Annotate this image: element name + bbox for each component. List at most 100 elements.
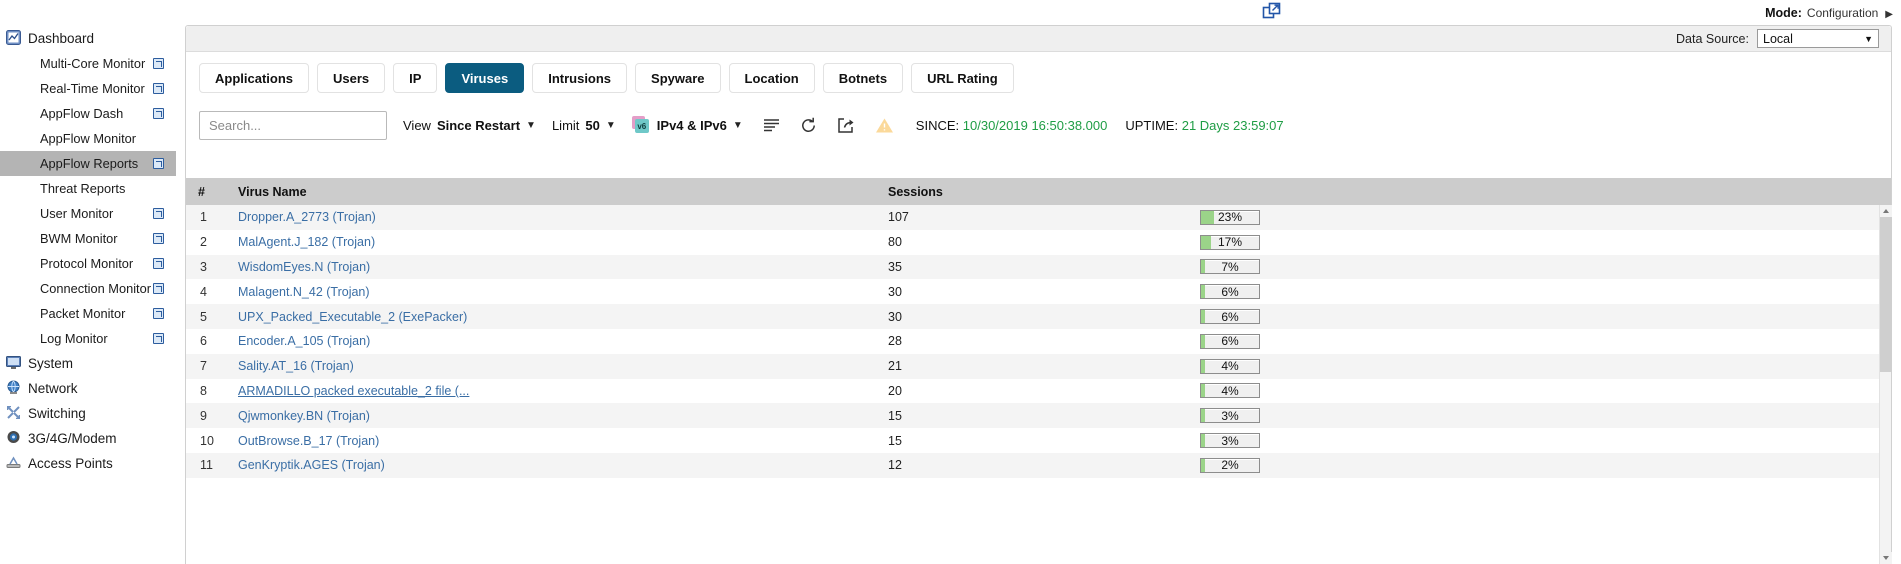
tab-ip[interactable]: IP (393, 63, 438, 93)
percent-label: 6% (1221, 334, 1239, 349)
mode-value: Configuration (1806, 5, 1879, 20)
popout-badge-icon[interactable] (153, 58, 164, 69)
tab-label: Location (744, 70, 799, 86)
tab-label: IP (409, 70, 422, 86)
virus-name-link[interactable]: Dropper.A_2773 (Trojan) (238, 210, 376, 224)
sidebar-group-system[interactable]: System (0, 351, 176, 376)
popout-badge-icon[interactable] (153, 233, 164, 244)
virus-name-link[interactable]: Sality.AT_16 (Trojan) (238, 359, 354, 373)
tab-users[interactable]: Users (317, 63, 386, 93)
chevron-down-icon: ▼ (1864, 33, 1873, 44)
sidebar-item-threat-reports[interactable]: Threat Reports (0, 176, 176, 201)
tab-location[interactable]: Location (728, 63, 815, 93)
sidebar-item-bwm-monitor[interactable]: BWM Monitor (0, 226, 176, 251)
tab-applications[interactable]: Applications (199, 63, 310, 93)
table-scroll-thumb[interactable] (1880, 217, 1892, 372)
sidebar-item-packet-monitor[interactable]: Packet Monitor (0, 301, 176, 326)
sidebar-group-access-points[interactable]: Access Points (0, 451, 176, 476)
popout-badge-icon[interactable] (153, 308, 164, 319)
virus-name-link[interactable]: Malagent.N_42 (Trojan) (238, 285, 370, 299)
table-row: 8 ARMADILLO packed executable_2 file (...… (186, 378, 1891, 404)
popout-badge-icon[interactable] (153, 208, 164, 219)
popout-badge-icon[interactable] (153, 258, 164, 269)
export-share-icon[interactable] (837, 117, 855, 134)
sessions-value: 15 (888, 433, 902, 448)
data-source-label: Data Source: (1676, 31, 1749, 46)
chevron-down-icon: ▼ (605, 119, 616, 131)
ip-version-selector[interactable]: v6 IPv4 & IPv6 ▼ (631, 116, 743, 134)
percent-cell: 3% (1186, 403, 1891, 428)
data-source-select[interactable]: Local ▼ (1757, 29, 1879, 48)
percent-label: 17% (1217, 235, 1243, 250)
warning-triangle-icon[interactable] (875, 117, 894, 134)
tab-intrusions[interactable]: Intrusions (532, 63, 628, 93)
table-header-row: # Virus Name Sessions (186, 178, 1891, 205)
popout-badge-icon[interactable] (153, 108, 164, 119)
table-scroll-up-arrow[interactable] (1880, 205, 1892, 217)
sidebar-item-real-time-monitor[interactable]: Real-Time Monitor (0, 76, 176, 101)
sidebar-item-appflow-reports[interactable]: AppFlow Reports (0, 151, 176, 176)
limit-selector[interactable]: Limit 50 ▼ (552, 118, 616, 133)
sessions-value: 80 (888, 235, 902, 250)
virus-name-link[interactable]: UPX_Packed_Executable_2 (ExePacker) (238, 310, 467, 324)
table-row: 9 Qjwmonkey.BN (Trojan) 15 3% (186, 403, 1891, 429)
data-source-row: Data Source: Local ▼ (186, 26, 1891, 52)
table-column-header[interactable] (1186, 178, 1891, 205)
sidebar-group-network[interactable]: Network (0, 376, 176, 401)
tab-viruses[interactable]: Viruses (445, 63, 525, 93)
sessions-value: 20 (888, 383, 902, 398)
monitor-icon (6, 355, 21, 373)
table-column-header[interactable]: Sessions (876, 178, 1186, 205)
mode-switcher[interactable]: Mode: Configuration ▶ (1765, 6, 1893, 20)
percent-bar: 7% (1200, 259, 1260, 275)
table-column-header[interactable]: # (186, 178, 226, 205)
table-scroll-down-arrow[interactable] (1880, 552, 1892, 564)
sidebar-item-multi-core-monitor[interactable]: Multi-Core Monitor (0, 51, 176, 76)
virus-name-link[interactable]: GenKryptik.AGES (Trojan) (238, 458, 385, 472)
sessions-value: 30 (888, 284, 902, 299)
sidebar-group-label: Switching (28, 406, 86, 421)
sidebar-group-3g-4g-modem[interactable]: 3G/4G/Modem (0, 426, 176, 451)
row-index: 10 (200, 433, 214, 448)
virus-name-link[interactable]: Qjwmonkey.BN (Trojan) (238, 409, 370, 423)
tab-label: Intrusions (548, 70, 612, 86)
tab-label: URL Rating (927, 70, 998, 86)
table-scrollbar[interactable] (1879, 205, 1892, 564)
list-lines-icon[interactable] (763, 118, 780, 132)
virus-name-link[interactable]: Encoder.A_105 (Trojan) (238, 334, 370, 348)
sidebar-item-appflow-monitor[interactable]: AppFlow Monitor (0, 126, 176, 151)
sidebar-item-protocol-monitor[interactable]: Protocol Monitor (0, 251, 176, 276)
search-input[interactable]: Search... (199, 110, 387, 140)
sidebar-item-connection-monitor[interactable]: Connection Monitor (0, 276, 176, 301)
row-index: 9 (200, 408, 207, 423)
virus-name-cell: Sality.AT_16 (Trojan) (226, 354, 876, 379)
popout-window-icon[interactable] (1262, 2, 1282, 22)
ipv6-badge-text: v6 (634, 119, 649, 133)
virus-name-cell: MalAgent.J_182 (Trojan) (226, 230, 876, 255)
tab-url-rating[interactable]: URL Rating (911, 63, 1014, 93)
refresh-icon[interactable] (800, 117, 817, 134)
percent-bar-fill (1201, 310, 1205, 324)
table-column-header[interactable]: Virus Name (226, 178, 876, 205)
view-selector[interactable]: View Since Restart ▼ (403, 118, 536, 133)
popout-badge-icon[interactable] (153, 333, 164, 344)
popout-badge-icon[interactable] (153, 83, 164, 94)
sidebar-item-log-monitor[interactable]: Log Monitor (0, 326, 176, 351)
percent-bar: 6% (1200, 333, 1260, 349)
virus-name-cell: Dropper.A_2773 (Trojan) (226, 205, 876, 230)
sidebar-group-switching[interactable]: Switching (0, 401, 176, 426)
virus-name-link[interactable]: OutBrowse.B_17 (Trojan) (238, 434, 379, 448)
percent-bar-fill (1201, 409, 1205, 423)
sidebar-group-dashboard[interactable]: Dashboard (0, 26, 176, 51)
tab-label: Spyware (651, 70, 705, 86)
virus-name-link[interactable]: WisdomEyes.N (Trojan) (238, 260, 370, 274)
sidebar-item-appflow-dash[interactable]: AppFlow Dash (0, 101, 176, 126)
popout-badge-icon[interactable] (153, 283, 164, 294)
sessions-value: 15 (888, 408, 902, 423)
tab-botnets[interactable]: Botnets (822, 63, 904, 93)
sidebar-item-user-monitor[interactable]: User Monitor (0, 201, 176, 226)
tab-spyware[interactable]: Spyware (635, 63, 721, 93)
popout-badge-icon[interactable] (153, 158, 164, 169)
virus-name-link[interactable]: ARMADILLO packed executable_2 file (... (238, 384, 469, 398)
virus-name-link[interactable]: MalAgent.J_182 (Trojan) (238, 235, 375, 249)
